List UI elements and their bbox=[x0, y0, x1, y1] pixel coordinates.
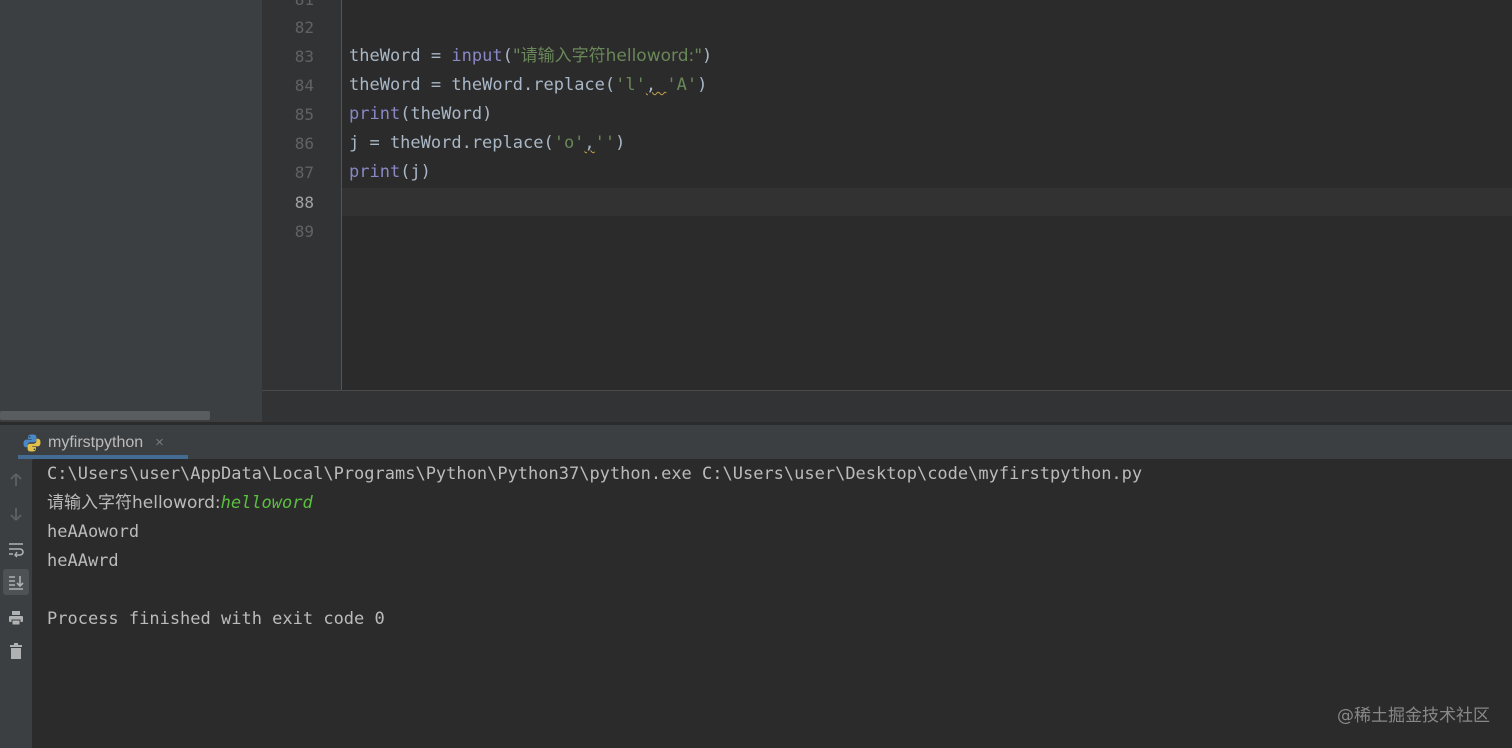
line-number: 81 bbox=[262, 0, 314, 14]
string-literal: "请输入字符helloword:" bbox=[512, 46, 703, 66]
code-line-85[interactable]: print(theWord) bbox=[349, 100, 492, 129]
console-output-line: heAAoword bbox=[47, 522, 140, 542]
scroll-to-end-icon[interactable] bbox=[3, 569, 29, 595]
builtin-function: print bbox=[349, 162, 401, 182]
line-number: 87 bbox=[294, 163, 314, 182]
code-editor[interactable]: theWord = input("请输入字符helloword:") theWo… bbox=[342, 0, 1512, 390]
operator: = bbox=[420, 46, 452, 66]
call-args: (j) bbox=[400, 162, 431, 182]
arrow-up-icon[interactable] bbox=[3, 467, 29, 493]
current-line-highlight bbox=[342, 188, 1512, 216]
string-literal: '' bbox=[594, 133, 616, 153]
project-panel-scrollbar[interactable] bbox=[0, 411, 210, 420]
method-call: theWord.replace( bbox=[451, 75, 616, 95]
run-toolbar bbox=[0, 459, 32, 748]
identifier: theWord bbox=[349, 75, 421, 95]
paren: ) bbox=[615, 133, 626, 153]
project-panel bbox=[0, 0, 262, 422]
line-number: 86 bbox=[294, 134, 314, 153]
python-icon bbox=[23, 434, 41, 451]
watermark: @稀土掘金技术社区 bbox=[1337, 706, 1490, 726]
line-number: 83 bbox=[294, 47, 314, 66]
builtin-function: input bbox=[451, 46, 503, 66]
console-user-input: helloword bbox=[220, 493, 313, 513]
code-line-84[interactable]: theWord = theWord.replace('l', 'A') bbox=[349, 71, 707, 100]
print-icon[interactable] bbox=[3, 605, 29, 631]
line-number-gutter: 81 82 83 84 85 86 87 88 89 bbox=[262, 0, 341, 390]
soft-wrap-icon[interactable] bbox=[3, 536, 29, 562]
arrow-down-icon[interactable] bbox=[3, 501, 29, 527]
string-literal: 'l' bbox=[615, 75, 646, 95]
trash-icon[interactable] bbox=[3, 638, 29, 664]
paren: ( bbox=[502, 46, 513, 66]
console-output[interactable]: C:\Users\user\AppData\Local\Programs\Pyt… bbox=[33, 459, 1512, 748]
console-command-line: C:\Users\user\AppData\Local\Programs\Pyt… bbox=[47, 464, 1143, 484]
run-tab-label: myfirstpython bbox=[48, 433, 144, 451]
builtin-function: print bbox=[349, 104, 401, 124]
editor-horizontal-scroll-area[interactable] bbox=[262, 391, 1512, 422]
identifier: theWord bbox=[349, 46, 421, 66]
current-line-number: 88 bbox=[294, 193, 314, 212]
console-prompt: 请输入字符helloword: bbox=[47, 493, 221, 513]
paren: ) bbox=[702, 46, 713, 66]
code-line-83[interactable]: theWord = input("请输入字符helloword:") bbox=[349, 42, 712, 71]
run-tool-window-header: myfirstpython × bbox=[0, 424, 1512, 460]
line-number: 85 bbox=[294, 105, 314, 124]
operator: = bbox=[420, 75, 452, 95]
line-number: 82 bbox=[294, 18, 314, 37]
close-icon[interactable]: × bbox=[155, 434, 164, 451]
code-line-87[interactable]: print(j) bbox=[349, 158, 431, 187]
line-number: 84 bbox=[294, 76, 314, 95]
string-literal: 'o' bbox=[553, 133, 585, 153]
statement: j = theWord.replace( bbox=[349, 133, 554, 153]
separator-warning[interactable]: , bbox=[646, 75, 666, 95]
string-literal: 'A' bbox=[666, 75, 698, 95]
call-args: (theWord) bbox=[400, 104, 493, 124]
paren: ) bbox=[697, 75, 708, 95]
console-prompt-line: 请输入字符helloword:helloword bbox=[47, 489, 313, 518]
line-number: 89 bbox=[294, 222, 314, 241]
separator-warning[interactable]: , bbox=[584, 133, 594, 153]
code-line-86[interactable]: j = theWord.replace('o','') bbox=[349, 129, 625, 158]
console-output-line: heAAwrd bbox=[47, 551, 119, 571]
console-exit-message: Process finished with exit code 0 bbox=[47, 609, 385, 629]
